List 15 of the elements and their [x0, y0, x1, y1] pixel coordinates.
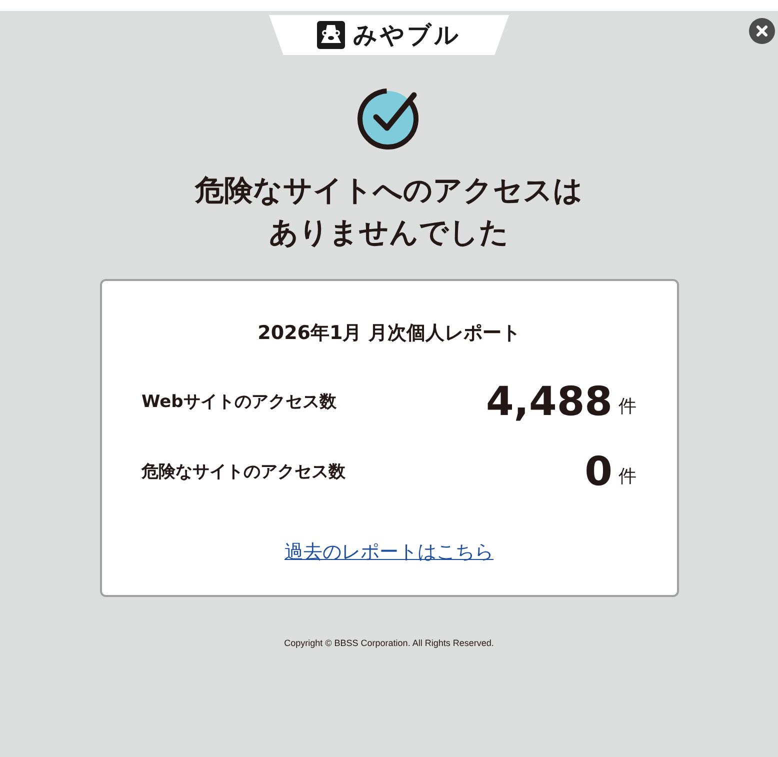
stat-label: Webサイトのアクセス数: [142, 391, 336, 414]
report-title: 2026年1月 月次個人レポート: [258, 321, 520, 346]
copyright-text: Copyright © BBSS Corporation. All Rights Reserved.: [284, 637, 494, 650]
result-heading: ありませんでした: [269, 214, 509, 251]
logo-text: みやブル: [353, 20, 461, 51]
stat-value: 0: [584, 448, 612, 496]
stat-unit: 件: [618, 394, 636, 418]
stat-value: 4,488: [486, 378, 612, 426]
result-heading: 危険なサイトへのアクセスは: [195, 172, 583, 209]
stat-label: 危険なサイトのアクセス数: [142, 461, 346, 484]
dog-face-icon: [317, 21, 345, 49]
stat-unit: 件: [618, 464, 636, 488]
past-reports-link[interactable]: 過去のレポートはこちら: [284, 538, 494, 566]
close-button[interactable]: [749, 18, 775, 44]
close-icon: [756, 25, 768, 37]
